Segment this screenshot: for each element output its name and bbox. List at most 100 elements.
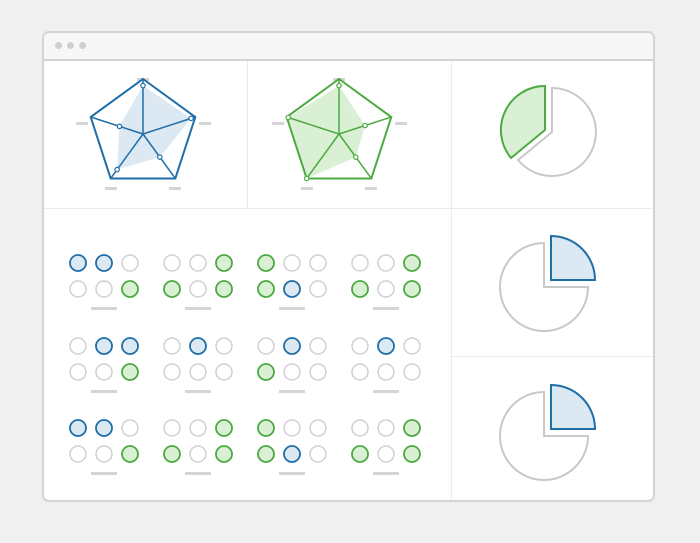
toggle-circle[interactable]: [121, 254, 139, 272]
radar-data-point[interactable]: [362, 122, 368, 129]
toggle-circle[interactable]: [163, 280, 181, 298]
radar-data-point[interactable]: [157, 154, 163, 160]
toggle-circle[interactable]: [163, 419, 181, 437]
toggle-circle[interactable]: [121, 337, 139, 355]
toggle-circle[interactable]: [257, 445, 275, 463]
toggle-circle[interactable]: [351, 337, 369, 355]
toggle-circle[interactable]: [309, 337, 327, 355]
toggle-circle[interactable]: [69, 419, 87, 437]
toggle-circle[interactable]: [215, 363, 233, 381]
toggle-circle[interactable]: [283, 254, 301, 272]
toggle-circle[interactable]: [351, 445, 369, 463]
toggle-circle[interactable]: [121, 445, 139, 463]
toggle-circle[interactable]: [69, 363, 87, 381]
grid-caption-placeholder: [185, 307, 211, 310]
toggle-circle[interactable]: [215, 254, 233, 272]
toggle-circle[interactable]: [377, 337, 395, 355]
toggle-circle[interactable]: [257, 254, 275, 272]
toggle-circle[interactable]: [215, 280, 233, 298]
grid-caption-placeholder: [91, 307, 117, 310]
toggle-circle[interactable]: [95, 337, 113, 355]
radar-axis-label: [76, 122, 88, 125]
toggle-circle[interactable]: [283, 419, 301, 437]
toggle-circle[interactable]: [189, 280, 207, 298]
radar-value-area: [288, 85, 366, 179]
radar-data-point[interactable]: [285, 114, 292, 121]
radar-axis-label: [395, 122, 407, 125]
grid-caption-placeholder: [373, 472, 399, 475]
toggle-circle[interactable]: [283, 363, 301, 381]
radar-data-point[interactable]: [188, 115, 194, 122]
toggle-circle[interactable]: [403, 363, 421, 381]
toggle-circle[interactable]: [257, 419, 275, 437]
toggle-circle[interactable]: [351, 419, 369, 437]
grid-caption-placeholder: [91, 390, 117, 393]
toggle-circle[interactable]: [377, 419, 395, 437]
toggle-circle[interactable]: [257, 337, 275, 355]
grid-caption-placeholder: [279, 307, 305, 310]
grid-caption-placeholder: [91, 472, 117, 475]
toggle-circle[interactable]: [121, 419, 139, 437]
radar-axis-label: [169, 187, 181, 190]
toggle-circle[interactable]: [215, 419, 233, 437]
toggle-circle[interactable]: [403, 254, 421, 272]
toggle-circle[interactable]: [163, 254, 181, 272]
toggle-circle[interactable]: [95, 445, 113, 463]
toggle-circle[interactable]: [351, 254, 369, 272]
toggle-circle[interactable]: [95, 363, 113, 381]
radar-axis-label: [199, 122, 211, 125]
toggle-circle[interactable]: [377, 445, 395, 463]
toggle-circle[interactable]: [215, 337, 233, 355]
toggle-circle[interactable]: [95, 280, 113, 298]
toggle-circle[interactable]: [69, 445, 87, 463]
toggle-circle[interactable]: [283, 337, 301, 355]
toggle-circle[interactable]: [189, 254, 207, 272]
radar-data-point[interactable]: [116, 123, 123, 130]
toggle-circle[interactable]: [163, 337, 181, 355]
pie-slice-highlight[interactable]: [550, 383, 597, 430]
toggle-circle[interactable]: [309, 419, 327, 437]
radar-data-point[interactable]: [336, 82, 342, 89]
toggle-circle[interactable]: [95, 419, 113, 437]
toggle-circle[interactable]: [121, 280, 139, 298]
toggle-circle[interactable]: [309, 363, 327, 381]
browser-window: [42, 31, 655, 502]
radar-data-point[interactable]: [303, 175, 310, 182]
toggle-circle[interactable]: [283, 280, 301, 298]
grid-caption-placeholder: [373, 390, 399, 393]
radar-data-point[interactable]: [114, 166, 120, 173]
toggle-circle[interactable]: [163, 445, 181, 463]
grid-caption-placeholder: [279, 390, 305, 393]
toggle-circle[interactable]: [121, 363, 139, 381]
radar-data-point[interactable]: [353, 154, 359, 160]
toggle-circle[interactable]: [403, 445, 421, 463]
toggle-circle[interactable]: [257, 363, 275, 381]
pie-slice-highlight[interactable]: [550, 234, 597, 281]
toggle-circle[interactable]: [351, 363, 369, 381]
toggle-circle[interactable]: [377, 254, 395, 272]
radar-data-point[interactable]: [140, 82, 146, 89]
dashboard-canvas: [69, 77, 597, 481]
toggle-circle[interactable]: [377, 280, 395, 298]
radar-axis-label: [301, 187, 313, 190]
toggle-circle[interactable]: [189, 363, 207, 381]
toggle-circle[interactable]: [351, 280, 369, 298]
toggle-circle[interactable]: [257, 280, 275, 298]
toggle-circle[interactable]: [189, 445, 207, 463]
toggle-circle[interactable]: [403, 280, 421, 298]
toggle-circle[interactable]: [69, 337, 87, 355]
toggle-circle[interactable]: [309, 254, 327, 272]
toggle-circle[interactable]: [189, 337, 207, 355]
toggle-circle[interactable]: [215, 445, 233, 463]
toggle-circle[interactable]: [283, 445, 301, 463]
toggle-circle[interactable]: [309, 445, 327, 463]
toggle-circle[interactable]: [377, 363, 395, 381]
toggle-circle[interactable]: [69, 280, 87, 298]
toggle-circle[interactable]: [309, 280, 327, 298]
toggle-circle[interactable]: [69, 254, 87, 272]
toggle-circle[interactable]: [95, 254, 113, 272]
toggle-circle[interactable]: [403, 419, 421, 437]
toggle-circle[interactable]: [403, 337, 421, 355]
toggle-circle[interactable]: [189, 419, 207, 437]
toggle-circle[interactable]: [163, 363, 181, 381]
